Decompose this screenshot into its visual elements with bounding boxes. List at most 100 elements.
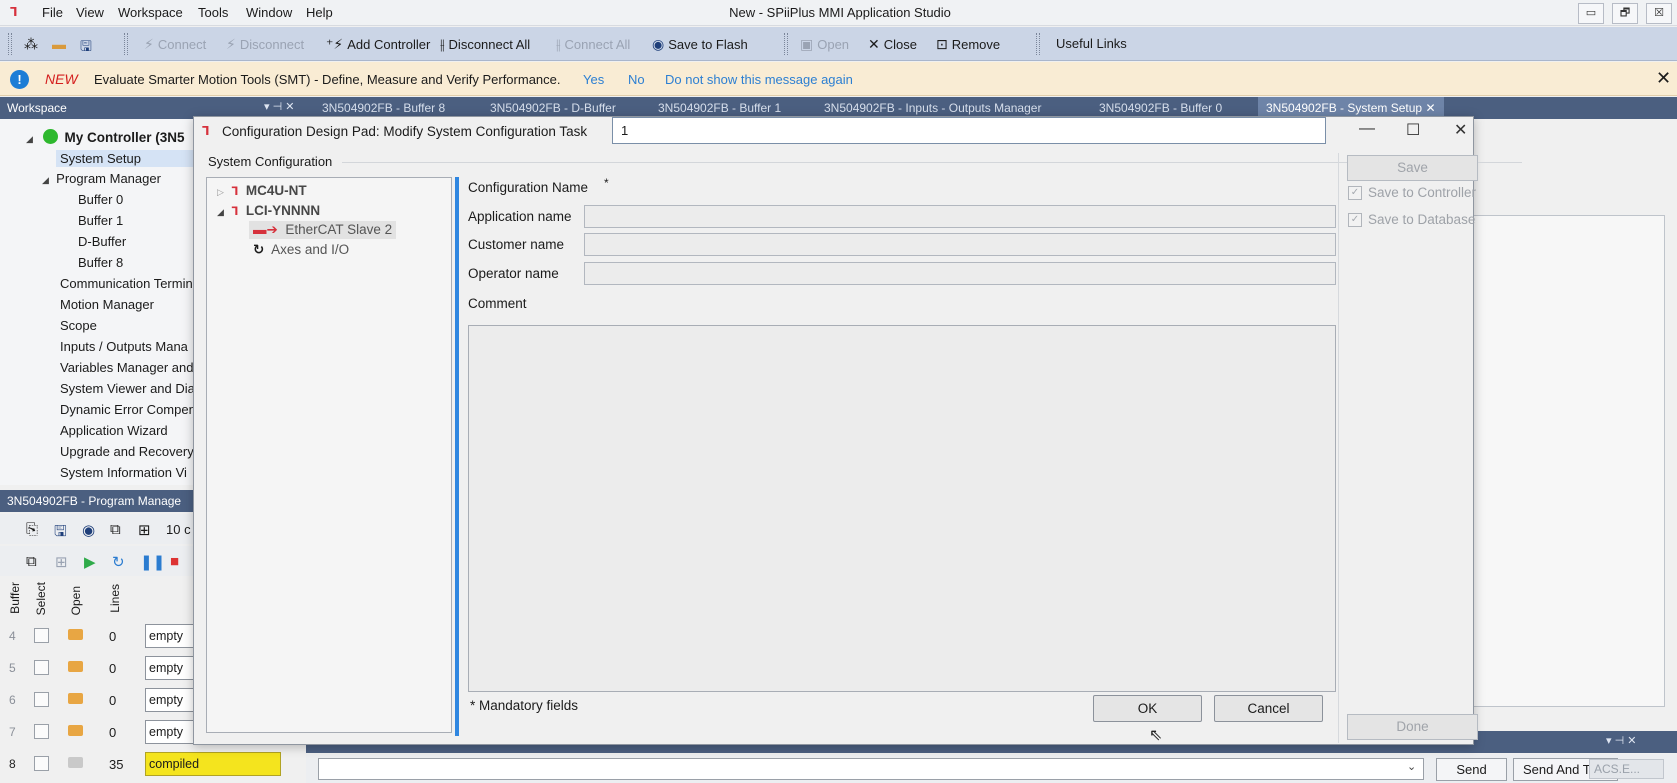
- tree-item-program-manager[interactable]: ◢ Program Manager: [42, 171, 161, 186]
- tree-item-d-buffer[interactable]: D-Buffer: [78, 234, 126, 249]
- compile-all-icon[interactable]: ⊞: [55, 553, 68, 571]
- tab-buffer-0[interactable]: 3N504902FB - Buffer 0: [1099, 101, 1222, 115]
- customer-name-input[interactable]: [584, 233, 1336, 256]
- pane-controls-icon[interactable]: ▾ ⊣ ✕: [1606, 734, 1636, 747]
- menu-view[interactable]: View: [76, 5, 104, 20]
- notification-yes-link[interactable]: Yes: [583, 72, 604, 87]
- toolbar-grip[interactable]: [1036, 33, 1040, 55]
- folder-icon[interactable]: [68, 725, 83, 736]
- tab-d-buffer[interactable]: 3N504902FB - D-Buffer: [490, 101, 616, 115]
- remove-button[interactable]: ⊡ Remove: [936, 36, 1000, 53]
- tree-item-system-setup[interactable]: System Setup: [56, 150, 196, 167]
- folder-icon[interactable]: [68, 629, 83, 640]
- save-button[interactable]: Save: [1347, 155, 1478, 181]
- toolbar-grip[interactable]: [8, 33, 12, 55]
- save-to-flash-button[interactable]: ◉ Save to Flash: [652, 36, 748, 53]
- connect-all-button[interactable]: ⫲ Connect All: [556, 36, 630, 53]
- open-folder-icon[interactable]: ▬: [52, 36, 66, 52]
- close-window-button[interactable]: ☒: [1646, 3, 1672, 24]
- select-checkbox[interactable]: [34, 628, 49, 643]
- minimize-button[interactable]: ▭: [1578, 3, 1604, 24]
- tab-io-manager[interactable]: 3N504902FB - Inputs - Outputs Manager: [824, 101, 1041, 115]
- tree-item-dynamic-error-compensation[interactable]: Dynamic Error Compen: [60, 402, 196, 417]
- toolbar-grip[interactable]: [784, 33, 788, 55]
- save-icon[interactable]: 🖫: [80, 36, 92, 60]
- open-button[interactable]: ▣ Open: [800, 36, 849, 53]
- tree-item-system-viewer[interactable]: System Viewer and Dia: [60, 381, 195, 396]
- tree-item-upgrade-recovery[interactable]: Upgrade and Recovery: [60, 444, 194, 459]
- operator-name-input[interactable]: [584, 262, 1336, 285]
- save-to-controller-checkbox[interactable]: ✓ Save to Controller: [1348, 185, 1476, 200]
- tree-node-axes-io[interactable]: ↻ Axes and I/O: [253, 242, 349, 258]
- application-name-input[interactable]: [584, 205, 1336, 228]
- stop-icon[interactable]: ■: [170, 553, 179, 570]
- expand-icon[interactable]: ◢: [42, 175, 49, 185]
- command-input[interactable]: [318, 758, 1424, 780]
- tree-item-variables-manager[interactable]: Variables Manager and: [60, 360, 193, 375]
- select-checkbox[interactable]: [34, 724, 49, 739]
- tab-buffer-1[interactable]: 3N504902FB - Buffer 1: [658, 101, 781, 115]
- tree-item-io-manager[interactable]: Inputs / Outputs Mana: [60, 339, 188, 354]
- close-icon[interactable]: ✕: [1454, 120, 1467, 140]
- tab-buffer-8[interactable]: 3N504902FB - Buffer 8: [322, 101, 445, 115]
- tree-node-mc4u[interactable]: ▷ ᒣ MC4U-NT: [217, 183, 307, 198]
- panel-splitter[interactable]: [455, 177, 459, 736]
- cancel-button[interactable]: Cancel: [1214, 695, 1323, 722]
- menu-tools[interactable]: Tools: [198, 5, 228, 20]
- notification-no-link[interactable]: No: [628, 72, 645, 87]
- tree-item-system-information[interactable]: System Information Vi: [60, 465, 187, 480]
- tree-item-communication-terminal[interactable]: Communication Termin: [60, 276, 193, 291]
- dont-show-link[interactable]: Do not show this message again: [665, 72, 853, 87]
- config-name-input[interactable]: 1: [612, 117, 1326, 144]
- lines-dropdown[interactable]: 10 c: [166, 522, 191, 537]
- useful-links-button[interactable]: Useful Links: [1056, 36, 1127, 51]
- menu-workspace[interactable]: Workspace: [118, 5, 183, 20]
- notification-close-icon[interactable]: ✕: [1656, 68, 1671, 89]
- folder-icon[interactable]: [68, 693, 83, 704]
- send-button[interactable]: Send: [1436, 758, 1507, 781]
- tree-node-lci[interactable]: ◢ ᒣ LCI-YNNNN: [217, 203, 320, 218]
- minimize-icon[interactable]: —: [1359, 120, 1375, 138]
- compile-icon[interactable]: ⧉: [110, 521, 121, 538]
- menu-window[interactable]: Window: [246, 5, 292, 20]
- connect-button[interactable]: ⚡ Connect: [144, 36, 206, 53]
- new-workspace-icon[interactable]: ⁂: [24, 36, 38, 53]
- disconnect-all-button[interactable]: ⫲ Disconnect All: [440, 36, 530, 53]
- tree-item-buffer-1[interactable]: Buffer 1: [78, 213, 123, 228]
- select-checkbox[interactable]: [34, 660, 49, 675]
- menu-file[interactable]: File: [42, 5, 63, 20]
- expand-icon[interactable]: ▷: [217, 187, 224, 197]
- save-to-database-checkbox[interactable]: ✓ Save to Database: [1348, 212, 1475, 227]
- menu-help[interactable]: Help: [306, 5, 333, 20]
- tree-item-application-wizard[interactable]: Application Wizard: [60, 423, 168, 438]
- options-icon[interactable]: ⊞: [138, 521, 151, 539]
- maximize-icon[interactable]: ☐: [1406, 120, 1420, 140]
- chevron-down-icon[interactable]: ⌄: [1407, 760, 1416, 773]
- done-button[interactable]: Done: [1347, 714, 1478, 740]
- save-flash-icon[interactable]: ◉: [82, 521, 95, 539]
- tree-node-ethercat-slave[interactable]: ▬➔ EtherCAT Slave 2: [249, 221, 397, 239]
- toolbar-grip[interactable]: [124, 33, 128, 55]
- window-icon[interactable]: ⧉: [26, 553, 37, 570]
- open-folder-icon[interactable]: [68, 757, 83, 768]
- close-button[interactable]: ✕ Close: [868, 36, 917, 53]
- new-buffer-icon[interactable]: ⎘: [26, 521, 38, 538]
- tree-item-buffer-0[interactable]: Buffer 0: [78, 192, 123, 207]
- tab-close-icon[interactable]: ✕: [1425, 101, 1435, 115]
- select-checkbox[interactable]: [34, 692, 49, 707]
- restore-button[interactable]: 🗗: [1612, 3, 1638, 24]
- tree-item-scope[interactable]: Scope: [60, 318, 97, 333]
- run-icon[interactable]: ▶: [84, 553, 96, 571]
- save-buffer-icon[interactable]: 🖫: [54, 521, 67, 546]
- add-controller-button[interactable]: ⁺⚡ Add Controller: [326, 36, 430, 53]
- ok-button[interactable]: OK: [1093, 695, 1202, 722]
- pause-icon[interactable]: ❚❚: [140, 553, 165, 571]
- folder-icon[interactable]: [68, 661, 83, 672]
- pane-controls[interactable]: ▾ ⊣ ✕: [264, 100, 294, 113]
- comment-textarea[interactable]: [468, 325, 1336, 692]
- step-icon[interactable]: ↻: [112, 553, 125, 571]
- disconnect-button[interactable]: ⚡ Disconnect: [226, 36, 304, 53]
- controller-node[interactable]: ◢ My Controller (3N5: [26, 129, 184, 145]
- tree-item-motion-manager[interactable]: Motion Manager: [60, 297, 154, 312]
- collapse-icon[interactable]: ◢: [217, 207, 224, 217]
